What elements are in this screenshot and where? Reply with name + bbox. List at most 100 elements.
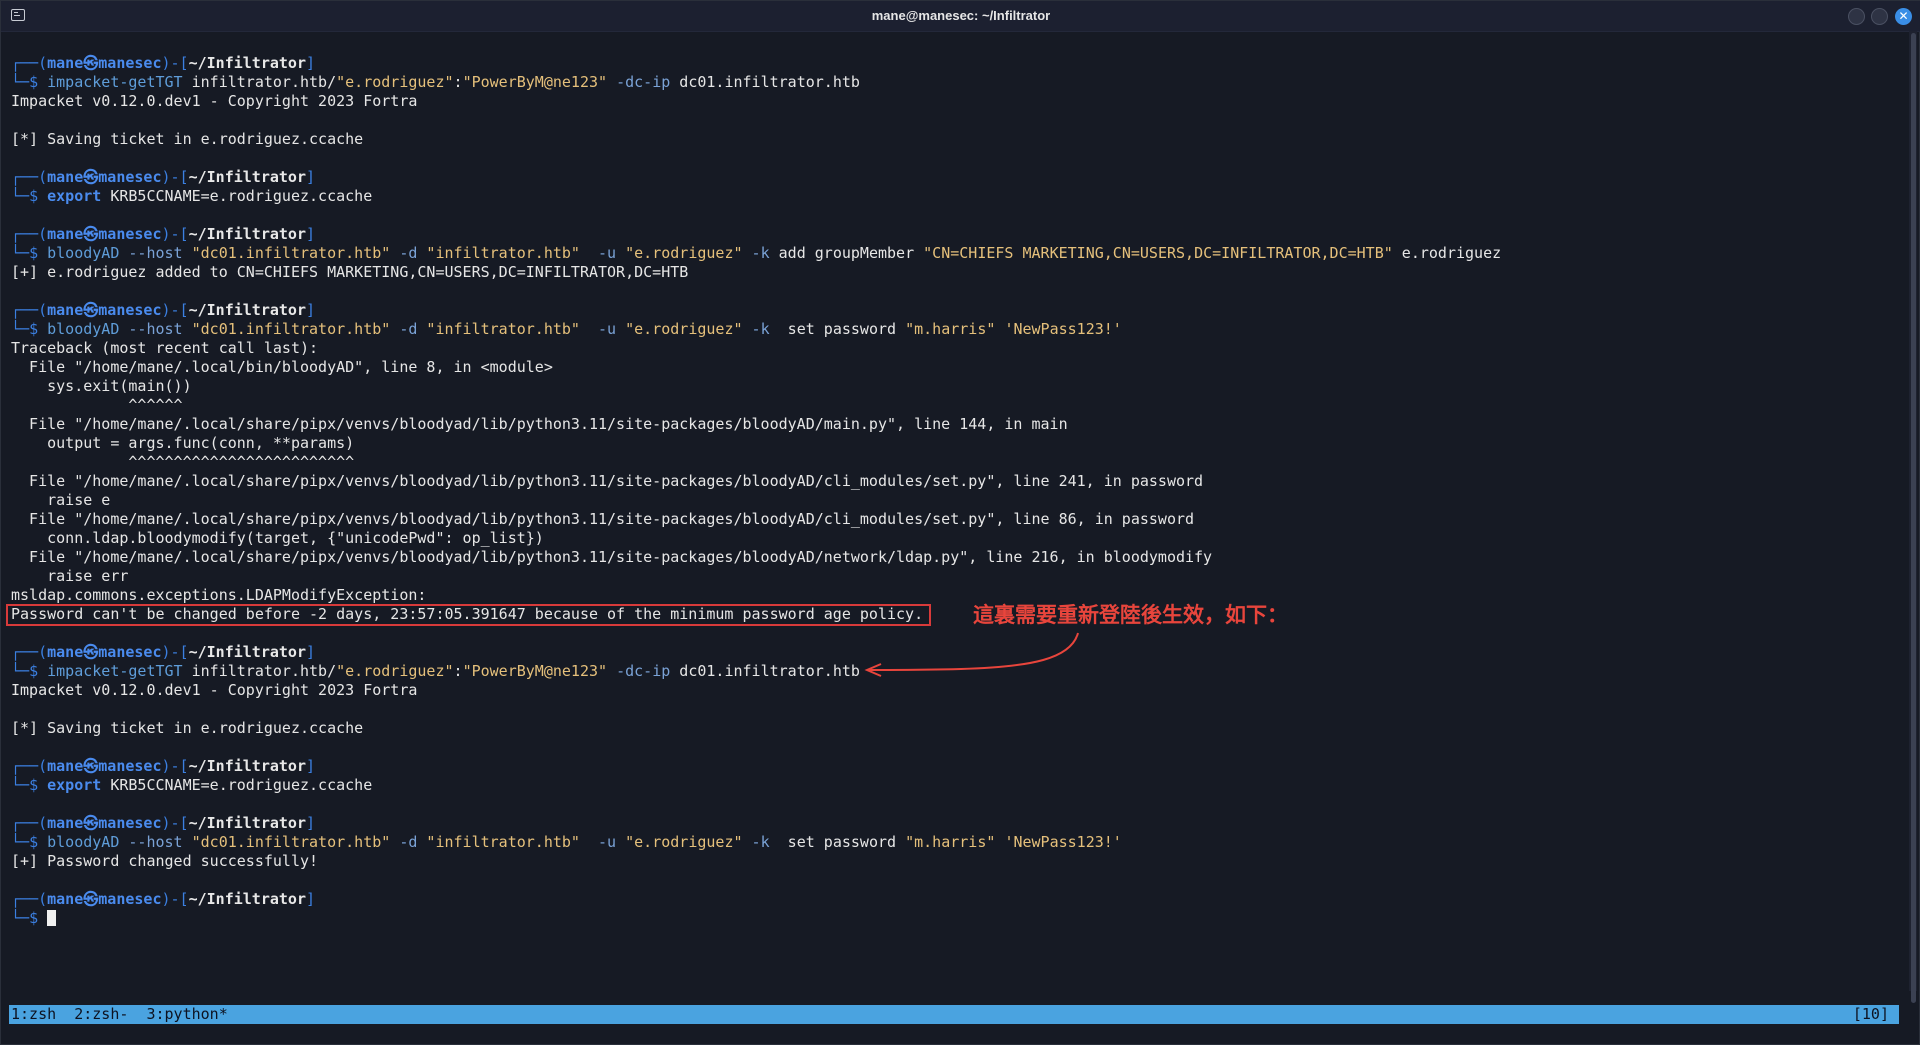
command-token: --host [119, 244, 183, 262]
prompt-dir: ~/Infiltrator [188, 225, 306, 243]
maximize-button[interactable] [1871, 8, 1888, 25]
command-token: export [47, 776, 102, 794]
command-line: └─$ bloodyAD --host "dc01.infiltrator.ht… [11, 320, 1122, 338]
command-token: --host [119, 320, 183, 338]
command-token: export [47, 187, 102, 205]
command-token: : [453, 662, 463, 680]
output-line: File "/home/mane/.local/share/pipx/venvs… [11, 510, 1901, 529]
command-token: "PowerByM@ne123" [462, 73, 608, 91]
error-highlight-box [6, 604, 931, 626]
command-line: └─$ export KRB5CCNAME=e.rodriguez.ccache [11, 187, 373, 205]
prompt-symbol: $ [29, 320, 39, 338]
prompt-symbol: $ [29, 909, 39, 927]
output-line: sys.exit(main()) [11, 377, 1901, 396]
minimize-button[interactable] [1848, 8, 1865, 25]
prompt-symbol: $ [29, 244, 39, 262]
command-token: -d [390, 244, 418, 262]
command-token: "e.rodriguez" [336, 73, 454, 91]
output-text: File "/home/mane/.local/bin/bloodyAD", l… [11, 358, 553, 376]
command-token: bloodyAD [47, 833, 120, 851]
annotation-arrow [864, 632, 1079, 677]
command-token: -k [742, 244, 770, 262]
prompt-line: ┌──(mane㉿manesec)-[~/Infiltrator] [11, 814, 316, 832]
output-text: Impacket v0.12.0.dev1 - Copyright 2023 F… [11, 92, 418, 110]
prompt-dir: ~/Infiltrator [188, 757, 306, 775]
output-line: File "/home/mane/.local/share/pipx/venvs… [11, 415, 1901, 434]
output-line: File "/home/mane/.local/share/pipx/venvs… [11, 472, 1901, 491]
prompt-user: mane [47, 54, 84, 72]
output-text: ^^^^^^ [11, 396, 183, 414]
command-line: └─$ impacket-getTGT infiltrator.htb/"e.r… [11, 73, 860, 91]
title-bar[interactable]: mane@manesec: ~/Infiltrator ✕ [1, 1, 1920, 32]
prompt-line: ┌──(mane㉿manesec)-[~/Infiltrator] [11, 890, 316, 908]
command-line: └─$ bloodyAD --host "dc01.infiltrator.ht… [11, 244, 1502, 262]
tmux-tab[interactable]: 1:zsh [11, 1005, 56, 1023]
output-text: raise err [11, 567, 129, 585]
prompt-host: manesec [98, 814, 162, 832]
command-token: "dc01.infiltrator.htb" [182, 833, 391, 851]
prompt-host: manesec [98, 54, 162, 72]
command-token: -u [579, 244, 617, 262]
prompt-line: ┌──(mane㉿manesec)-[~/Infiltrator] [11, 225, 316, 243]
command-token: KRB5CCNAME=e.rodriguez.ccache [101, 187, 373, 205]
output-text: [+] Password changed successfully! [11, 852, 319, 870]
command-token: "e.rodriguez" [616, 833, 743, 851]
close-button[interactable]: ✕ [1895, 8, 1912, 25]
prompt-host: manesec [98, 757, 162, 775]
prompt-dir: ~/Infiltrator [188, 643, 306, 661]
prompt-user: mane [47, 301, 84, 319]
prompt-symbol: $ [29, 187, 39, 205]
command-token: : [453, 73, 463, 91]
prompt-host: manesec [98, 301, 162, 319]
prompt-user: mane [47, 643, 84, 661]
command-token: "e.rodriguez" [336, 662, 454, 680]
prompt-user: mane [47, 890, 84, 908]
output-text: [+] e.rodriguez added to CN=CHIEFS MARKE… [11, 263, 689, 281]
output-text: output = args.func(conn, **params) [11, 434, 355, 452]
output-line: [+] Password changed successfully! [11, 852, 1901, 871]
output-text: Impacket v0.12.0.dev1 - Copyright 2023 F… [11, 681, 418, 699]
tmux-tabs: 1:zsh 2:zsh- 3:python* [11, 1005, 228, 1024]
command-token: "e.rodriguez" [616, 320, 743, 338]
text-cursor [47, 910, 57, 926]
output-line: conn.ldap.bloodymodify(target, {"unicode… [11, 529, 1901, 548]
prompt-symbol: $ [29, 73, 39, 91]
command-token: -dc-ip [607, 662, 671, 680]
command-token: dc01.infiltrator.htb [670, 662, 860, 680]
output-line: raise err [11, 567, 1901, 586]
command-token: "CN=CHIEFS MARKETING,CN=USERS,DC=INFILTR… [923, 244, 1393, 262]
command-token: "dc01.infiltrator.htb" [182, 320, 391, 338]
tmux-status-bar: 1:zsh 2:zsh- 3:python* [10] [9, 1005, 1899, 1024]
prompt-host: manesec [98, 890, 162, 908]
prompt-user: mane [47, 168, 84, 186]
command-token: infiltrator.htb/ [182, 662, 337, 680]
command-token: "infiltrator.htb" [417, 320, 580, 338]
tmux-tab[interactable]: 3:python* [146, 1005, 227, 1023]
tmux-tab[interactable]: 2:zsh- [74, 1005, 128, 1023]
terminal-window: mane@manesec: ~/Infiltrator ✕ ┌──(mane㉿m… [0, 0, 1920, 1045]
prompt-line: ┌──(mane㉿manesec)-[~/Infiltrator] [11, 757, 316, 775]
close-icon: ✕ [1898, 9, 1909, 23]
terminal-output[interactable]: ┌──(mane㉿manesec)-[~/Infiltrator] └─$ imp… [11, 54, 1901, 928]
output-line: raise e [11, 491, 1901, 510]
scrollbar-thumb[interactable] [1911, 33, 1916, 1003]
prompt-user: mane [47, 757, 84, 775]
output-line: File "/home/mane/.local/bin/bloodyAD", l… [11, 358, 1901, 377]
prompt-dir: ~/Infiltrator [188, 301, 306, 319]
output-text: raise e [11, 491, 111, 509]
prompt-host: manesec [98, 643, 162, 661]
command-token: "dc01.infiltrator.htb" [182, 244, 391, 262]
output-line: [*] Saving ticket in e.rodriguez.ccache [11, 130, 1901, 149]
output-line: [*] Saving ticket in e.rodriguez.ccache [11, 719, 1901, 738]
command-token: impacket-getTGT [47, 73, 183, 91]
prompt-host: manesec [98, 225, 162, 243]
prompt-symbol: $ [29, 833, 39, 851]
output-line: Impacket v0.12.0.dev1 - Copyright 2023 F… [11, 681, 1901, 700]
prompt-line: ┌──(mane㉿manesec)-[~/Infiltrator] [11, 54, 316, 72]
prompt-user: mane [47, 814, 84, 832]
